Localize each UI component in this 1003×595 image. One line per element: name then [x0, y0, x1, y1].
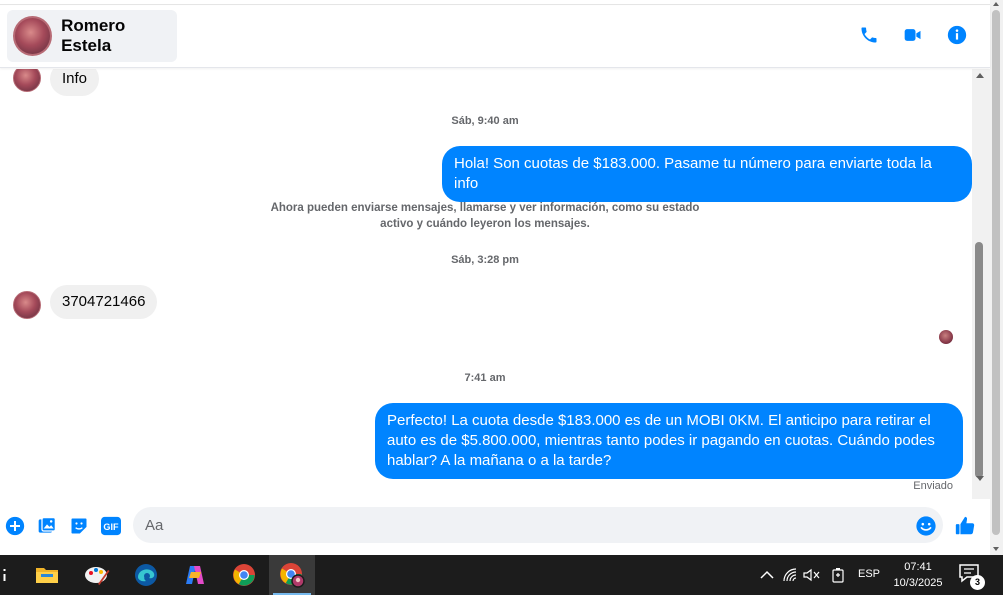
thumbs-up-icon[interactable] — [954, 515, 976, 537]
timestamp: 7:41 am — [464, 372, 506, 384]
message-line: auto es de $5.800.000, mientras tanto po… — [387, 432, 935, 449]
page-scroll-up[interactable] — [993, 2, 999, 6]
taskbar-clock[interactable]: 07:41 10/3/2025 — [888, 559, 948, 591]
paint-icon[interactable] — [74, 555, 120, 595]
sender-avatar[interactable] — [13, 291, 41, 319]
notification-badge: 3 — [970, 575, 985, 590]
contact-name[interactable]: Romero Estela — [61, 16, 177, 56]
battery-plug-icon[interactable] — [829, 566, 847, 584]
messages-scrollbar[interactable] — [972, 69, 990, 499]
page-scrollbar[interactable] — [990, 0, 1003, 555]
emoji-icon[interactable] — [915, 515, 937, 537]
clock-time: 07:41 — [904, 561, 932, 573]
info-icon[interactable] — [946, 24, 968, 46]
message-line: hablar? A la mañana o a la tarde? — [387, 452, 612, 469]
chrome-profile-icon[interactable] — [269, 555, 315, 595]
plus-icon[interactable] — [4, 515, 26, 537]
messenger-window: Romero Estela Info Sáb, 9:40 am Hola! So… — [0, 0, 1003, 555]
windows-taskbar: ESP 07:41 10/3/2025 3 — [0, 555, 1003, 595]
gif-icon[interactable]: GIF — [99, 515, 123, 537]
timestamp: Sáb, 3:28 pm — [451, 254, 519, 266]
edge-icon[interactable] — [123, 555, 169, 595]
task-view-edge-icon[interactable] — [3, 567, 6, 583]
file-explorer-icon[interactable] — [24, 555, 70, 595]
contact-button[interactable]: Romero Estela — [7, 10, 177, 62]
page-scroll-thumb[interactable] — [992, 10, 1000, 535]
message-input[interactable] — [133, 507, 943, 543]
scroll-up-arrow[interactable] — [976, 73, 984, 78]
message-outgoing[interactable]: Perfecto! La cuota desde $183.000 es de … — [375, 403, 963, 479]
copilot-icon[interactable] — [172, 555, 218, 595]
scroll-down-arrow[interactable] — [976, 476, 984, 481]
composer-bar: GIF — [0, 503, 990, 549]
timestamp: Sáb, 9:40 am — [451, 115, 519, 127]
notice-line: activo y cuándo leyeron los mensajes. — [380, 218, 590, 230]
gif-label: GIF — [103, 522, 119, 532]
message-outgoing[interactable]: Hola! Son cuotas de $183.000. Pasame tu … — [442, 146, 972, 202]
chrome-icon[interactable] — [221, 555, 267, 595]
phone-icon[interactable] — [858, 24, 880, 46]
scroll-thumb[interactable] — [975, 242, 983, 478]
connection-notice: Ahora pueden enviarse mensajes, llamarse… — [260, 200, 710, 232]
contact-avatar[interactable] — [13, 16, 53, 56]
chat-header: Romero Estela — [0, 6, 990, 68]
message-incoming[interactable]: Info — [50, 69, 100, 96]
clock-date: 10/3/2025 — [893, 577, 943, 589]
video-icon[interactable] — [902, 24, 924, 46]
page-scroll-down[interactable] — [993, 547, 999, 551]
wifi-icon[interactable] — [782, 566, 800, 584]
message-status: Enviado — [913, 480, 953, 492]
header-actions — [858, 24, 968, 46]
seen-avatar — [939, 330, 953, 344]
message-line: Perfecto! La cuota desde $183.000 es de … — [387, 412, 931, 429]
sender-avatar[interactable] — [13, 69, 41, 92]
message-incoming[interactable]: 3704721466 — [50, 285, 158, 319]
tray-expand-icon[interactable] — [758, 566, 776, 584]
top-border — [0, 0, 990, 5]
message-list: Info Sáb, 9:40 am Hola! Son cuotas de $1… — [0, 69, 972, 499]
notice-line: Ahora pueden enviarse mensajes, llamarse… — [270, 202, 700, 214]
language-indicator[interactable]: ESP — [858, 568, 880, 580]
volume-muted-icon[interactable] — [803, 566, 821, 584]
sticker-icon[interactable] — [68, 515, 90, 537]
gallery-icon[interactable] — [36, 515, 58, 537]
